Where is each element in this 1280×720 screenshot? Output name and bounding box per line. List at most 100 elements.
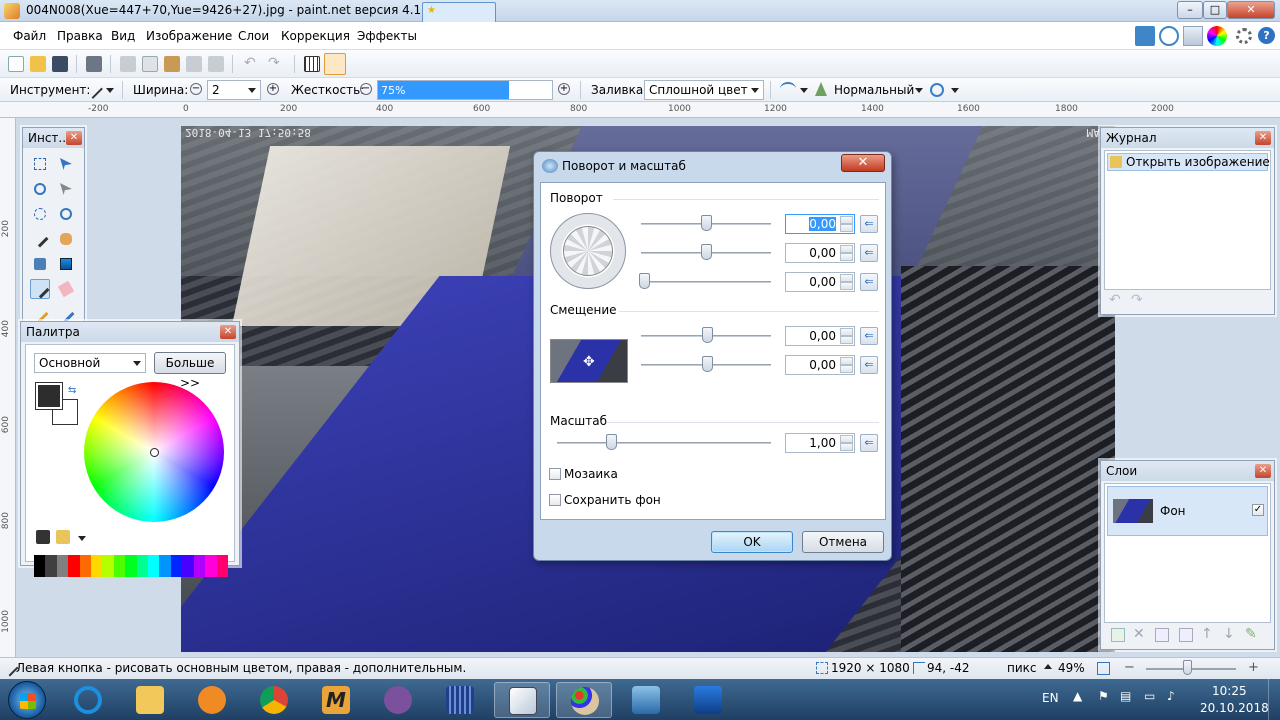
delete-layer-icon[interactable]: ✕ bbox=[1133, 626, 1145, 642]
selection-mode-dropdown-arrow[interactable] bbox=[951, 88, 959, 93]
palette-swatch[interactable] bbox=[91, 555, 103, 577]
spin-down-button[interactable] bbox=[840, 336, 853, 344]
action-center-icon[interactable]: ⚑ bbox=[1098, 689, 1109, 703]
layer-item[interactable]: Фон ✓ bbox=[1107, 486, 1268, 536]
palette-swatch[interactable] bbox=[34, 555, 46, 577]
zoom-out-icon[interactable]: − bbox=[1124, 660, 1135, 675]
spin-up-button[interactable] bbox=[840, 216, 853, 224]
gradient-tool[interactable] bbox=[56, 254, 76, 274]
taskbar-paintnet-2[interactable] bbox=[556, 682, 612, 718]
units-dropdown-arrow[interactable] bbox=[1044, 664, 1052, 669]
hardness-decrease-button[interactable]: − bbox=[360, 83, 372, 95]
move-selection-tool[interactable] bbox=[56, 154, 76, 174]
antialiasing-dropdown-arrow[interactable] bbox=[800, 88, 808, 93]
spin-down-button[interactable] bbox=[840, 253, 853, 261]
rotation-pan-input[interactable]: 0,00 bbox=[785, 243, 855, 263]
hardness-slider[interactable]: 75% bbox=[377, 80, 553, 100]
language-indicator[interactable]: EN bbox=[1042, 691, 1059, 705]
layers-window-icon[interactable] bbox=[1183, 26, 1203, 46]
rotation-tilt-thumb[interactable] bbox=[639, 273, 650, 289]
new-image-icon[interactable] bbox=[8, 56, 24, 72]
paste-icon[interactable] bbox=[164, 56, 180, 72]
lasso-select-tool[interactable] bbox=[30, 179, 50, 199]
tile-checkbox[interactable] bbox=[549, 468, 561, 480]
taskbar-file-explorer[interactable] bbox=[122, 682, 178, 718]
crop-icon[interactable] bbox=[186, 56, 202, 72]
palette-panel-close-button[interactable]: ✕ bbox=[220, 325, 236, 339]
history-undo-icon[interactable]: ↶ bbox=[1109, 292, 1121, 308]
tool-dropdown-arrow[interactable] bbox=[106, 88, 114, 93]
history-window-icon[interactable] bbox=[1159, 26, 1179, 46]
taskbar-m-app[interactable]: M bbox=[308, 682, 364, 718]
hardness-increase-button[interactable]: + bbox=[558, 83, 570, 95]
tools-window-icon[interactable] bbox=[1135, 26, 1155, 46]
spin-up-button[interactable] bbox=[840, 274, 853, 282]
palette-swatch[interactable] bbox=[113, 555, 126, 577]
start-button[interactable] bbox=[8, 681, 46, 719]
network-icon[interactable]: ▤ bbox=[1120, 689, 1131, 703]
taskbar-paintnet-1[interactable] bbox=[494, 682, 550, 718]
paint-bucket-tool[interactable] bbox=[30, 254, 50, 274]
palette-swatch[interactable] bbox=[193, 555, 206, 577]
colors-window-icon[interactable] bbox=[1207, 26, 1227, 46]
spin-up-button[interactable] bbox=[840, 435, 853, 443]
settings-gear-icon[interactable] bbox=[1236, 28, 1252, 44]
tools-panel-close-button[interactable]: ✕ bbox=[66, 131, 82, 145]
rotation-wheel[interactable] bbox=[550, 213, 626, 289]
scale-thumb[interactable] bbox=[606, 434, 617, 450]
palette-swatch[interactable] bbox=[45, 555, 57, 577]
color-wheel[interactable] bbox=[84, 382, 224, 522]
spin-down-button[interactable] bbox=[840, 282, 853, 290]
taskbar-calculator[interactable] bbox=[432, 682, 488, 718]
dialog-close-button[interactable]: ✕ bbox=[841, 154, 885, 172]
battery-icon[interactable]: ▭ bbox=[1144, 689, 1155, 703]
volume-icon[interactable]: ♪ bbox=[1167, 689, 1175, 703]
zoom-tool[interactable] bbox=[56, 204, 76, 224]
history-item[interactable]: Открыть изображение bbox=[1107, 153, 1270, 171]
taskbar-media-player[interactable] bbox=[184, 682, 240, 718]
menu-layers[interactable]: Слои bbox=[238, 29, 269, 43]
zoom-slider-thumb[interactable] bbox=[1183, 660, 1192, 675]
palette-more-button[interactable]: Больше >> bbox=[154, 352, 226, 390]
show-hidden-icons[interactable]: ▲ bbox=[1073, 689, 1082, 703]
scale-input[interactable]: 1,00 bbox=[785, 433, 855, 453]
maximize-button[interactable]: □ bbox=[1203, 1, 1227, 19]
palette-swatch[interactable] bbox=[159, 555, 171, 577]
offset-x-reset-button[interactable]: ⇐ bbox=[860, 327, 878, 345]
rotation-tilt-input[interactable]: 0,00 bbox=[785, 272, 855, 292]
close-button[interactable]: ✕ bbox=[1227, 1, 1275, 19]
palette-swatch[interactable] bbox=[148, 555, 160, 577]
paintbrush-tool[interactable] bbox=[30, 279, 50, 299]
menu-image[interactable]: Изображение bbox=[146, 29, 232, 43]
zoom-level[interactable]: 49% bbox=[1058, 661, 1085, 675]
antialiasing-icon[interactable] bbox=[780, 82, 796, 96]
rotation-angle-thumb[interactable] bbox=[701, 215, 712, 231]
layer-properties-icon[interactable]: ✎ bbox=[1245, 626, 1257, 642]
minimize-button[interactable]: – bbox=[1177, 1, 1203, 19]
taskbar-remote-desktop[interactable] bbox=[680, 682, 736, 718]
palette-swatch[interactable] bbox=[216, 555, 228, 577]
show-desktop-button[interactable] bbox=[1268, 679, 1280, 720]
primary-color-swatch[interactable] bbox=[35, 382, 63, 410]
merge-layer-icon[interactable] bbox=[1179, 628, 1193, 642]
scale-reset-button[interactable]: ⇐ bbox=[860, 434, 878, 452]
rotation-tilt-reset-button[interactable]: ⇐ bbox=[860, 273, 878, 291]
offset-x-input[interactable]: 0,00 bbox=[785, 326, 855, 346]
rulers-icon[interactable] bbox=[324, 53, 346, 75]
menu-view[interactable]: Вид bbox=[111, 29, 135, 43]
scale-slider[interactable] bbox=[557, 442, 771, 444]
copy-icon[interactable] bbox=[142, 56, 158, 72]
rotation-angle-input[interactable]: 0,00 bbox=[785, 214, 855, 234]
blend-mode-value[interactable]: Нормальный bbox=[834, 83, 914, 97]
offset-y-input[interactable]: 0,00 bbox=[785, 355, 855, 375]
zoom-to-window-icon[interactable] bbox=[1097, 662, 1110, 675]
rotation-angle-reset-button[interactable]: ⇐ bbox=[860, 215, 878, 233]
palette-menu-arrow[interactable] bbox=[78, 536, 86, 541]
print-icon[interactable] bbox=[86, 56, 102, 72]
spin-down-button[interactable] bbox=[840, 443, 853, 451]
deselect-icon[interactable] bbox=[208, 56, 224, 72]
add-layer-icon[interactable] bbox=[1111, 628, 1125, 642]
offset-y-thumb[interactable] bbox=[702, 356, 713, 372]
blend-mode-icon[interactable] bbox=[815, 82, 827, 96]
layer-visibility-checkbox[interactable]: ✓ bbox=[1252, 504, 1264, 516]
